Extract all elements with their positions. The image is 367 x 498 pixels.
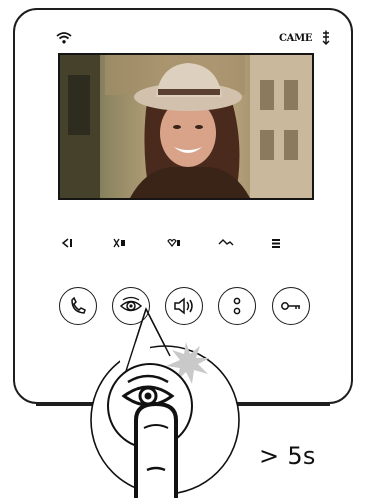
press-duration-label: > 5s bbox=[259, 442, 316, 470]
press-instruction-illustration bbox=[90, 307, 240, 498]
finger-press-icon bbox=[134, 401, 178, 498]
